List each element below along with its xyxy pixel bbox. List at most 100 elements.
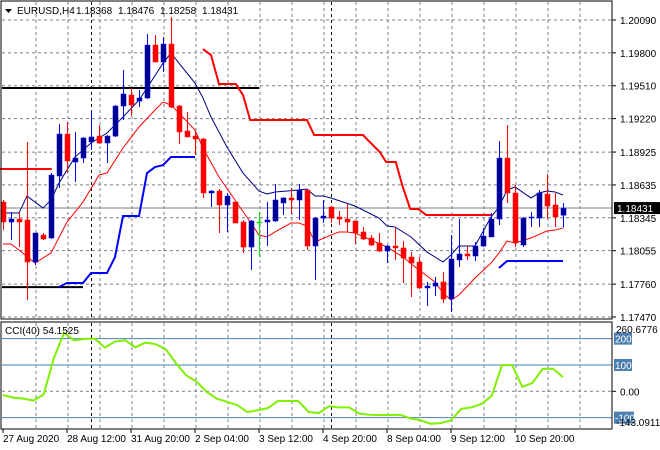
main-panel-frame (0, 0, 613, 320)
candle-body (432, 282, 439, 287)
horizontal-levels[interactable] (2, 87, 259, 289)
candle-body (504, 157, 511, 194)
candle-body (352, 220, 359, 234)
candle-body (208, 190, 215, 194)
candle-body (224, 195, 231, 206)
candle (112, 105, 119, 137)
cci-levels: 200100-100 (2, 332, 635, 425)
price-tick-label: 1.18635 (620, 181, 657, 192)
price-tick-label: 1.20090 (620, 16, 657, 27)
price-tick-label: 1.18345 (620, 214, 657, 225)
candle-body (400, 247, 407, 259)
candle-body (480, 235, 487, 247)
candle (8, 212, 15, 241)
candle-body (464, 253, 471, 257)
candle-body (360, 231, 367, 240)
candle (504, 125, 511, 203)
candle (360, 226, 367, 241)
symbol-label: EURUSD,H4 (17, 6, 75, 17)
candle-body (48, 174, 55, 239)
candle-body (200, 138, 207, 194)
candle (48, 173, 55, 240)
cci-zero-label: 0.00 (620, 387, 640, 398)
candle-body (328, 206, 335, 219)
candle (544, 174, 551, 220)
candle-body (416, 261, 423, 289)
candle (400, 241, 407, 283)
candle-body (144, 44, 151, 99)
candle (224, 192, 231, 232)
price-tick-label: 1.18055 (620, 247, 657, 258)
close-value: 1.18431 (202, 6, 239, 17)
candle-body (248, 220, 255, 248)
candle (104, 135, 111, 164)
moving-average-fast (3, 52, 564, 263)
lower-stop-line (498, 260, 563, 269)
cci-level-label: 200 (615, 335, 632, 346)
price-tick-label: 1.19220 (620, 115, 657, 126)
candle (240, 219, 247, 253)
candle-body (80, 137, 87, 159)
cci-axis: 0.00 (612, 387, 640, 398)
collapse-triangle-icon[interactable] (5, 9, 12, 13)
candle-body (304, 189, 311, 247)
candle (96, 125, 103, 145)
candle (488, 213, 495, 238)
candle-body (136, 97, 143, 102)
candle (528, 212, 535, 227)
candles (0, 17, 567, 313)
candle (16, 212, 23, 248)
candle-body (168, 43, 175, 108)
candle-body (128, 94, 135, 106)
candle (72, 131, 79, 182)
price-axis[interactable]: 1.20090 1.19800 1.19510 1.19220 1.18925 1.186… (612, 16, 657, 324)
candle-body (192, 135, 199, 140)
candle-body (72, 157, 79, 163)
time-tick-label: 8 Sep 04:00 (387, 434, 441, 445)
candle (320, 200, 327, 224)
candle-body (528, 216, 535, 219)
candle-body (496, 157, 503, 220)
candle (520, 217, 527, 248)
candle-body (344, 218, 351, 223)
candle (272, 184, 279, 223)
candle (408, 252, 415, 298)
chart-canvas[interactable]: 1.20090 1.19800 1.19510 1.19220 1.18925 1.186… (0, 0, 660, 450)
candle (464, 246, 471, 260)
low-value: 1.18258 (160, 6, 197, 17)
lower-stop-line (58, 156, 195, 288)
candle-body (56, 133, 63, 177)
candle-body (320, 215, 327, 219)
candle-body (8, 218, 15, 223)
candle (328, 206, 335, 224)
candle (480, 228, 487, 248)
candle (248, 219, 255, 270)
candle (432, 276, 439, 297)
candle (392, 226, 399, 260)
candle (440, 271, 447, 303)
candle-body (336, 216, 343, 220)
candle (24, 141, 31, 300)
candle-body (104, 135, 111, 144)
candle (168, 17, 175, 109)
candle-body (120, 93, 127, 107)
candle-body (24, 219, 31, 263)
candle-body (264, 219, 271, 223)
candle-body (96, 135, 103, 144)
candle (160, 37, 167, 73)
grid (2, 2, 613, 318)
candle-body (376, 242, 383, 252)
candle-body (272, 199, 279, 222)
candle (312, 217, 319, 281)
candle-body (88, 136, 95, 143)
candle-body (288, 197, 295, 201)
candle-body (424, 285, 431, 289)
time-tick-label: 31 Aug 20:00 (131, 434, 190, 445)
time-axis[interactable]: 27 Aug 2020 28 Aug 12:00 31 Aug 20:00 2 Sep… (2, 429, 575, 445)
price-tick-label: 1.17760 (620, 280, 657, 291)
candle-body (112, 105, 119, 137)
price-tick-label: 1.19510 (620, 82, 657, 93)
price-tick-label: 1.18925 (620, 148, 657, 159)
candle-body (392, 245, 399, 249)
candle-body (160, 43, 167, 63)
